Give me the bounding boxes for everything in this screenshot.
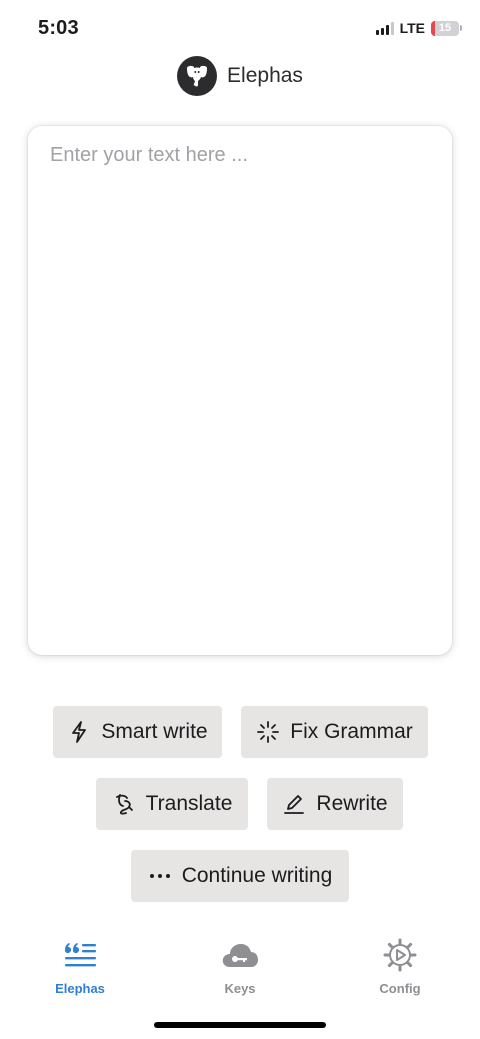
- text-input[interactable]: [28, 126, 452, 655]
- status-time: 5:03: [38, 17, 79, 39]
- app-title: Elephas: [227, 64, 303, 87]
- battery-icon: 15: [431, 20, 459, 36]
- tab-elephas[interactable]: Elephas: [20, 935, 140, 996]
- tab-keys-label: Keys: [224, 981, 256, 996]
- rewrite-button[interactable]: Rewrite: [267, 778, 403, 830]
- tab-keys[interactable]: Keys: [180, 935, 300, 996]
- tab-bar: Elephas Keys Config: [0, 935, 480, 1005]
- sparkle-icon: [256, 720, 280, 744]
- translate-label: Translate: [145, 792, 233, 815]
- app-screen: 5:03 LTE 15 Elephas Enter your text here…: [0, 0, 480, 1039]
- battery-fill: [431, 20, 436, 36]
- lightning-icon: [67, 720, 91, 744]
- fix-grammar-button[interactable]: Fix Grammar: [241, 706, 428, 758]
- home-indicator: [154, 1022, 326, 1028]
- battery-nub: [460, 25, 462, 31]
- elephant-logo-icon: [177, 56, 218, 96]
- app-header: Elephas: [0, 56, 480, 96]
- status-bar: 5:03 LTE 15: [0, 0, 480, 56]
- battery-level: 15: [438, 22, 452, 34]
- cloud-key-icon: [220, 935, 260, 975]
- continue-writing-label: Continue writing: [181, 864, 333, 887]
- tab-config-label: Config: [379, 981, 421, 996]
- pen-icon: [282, 792, 306, 816]
- gear-play-icon: [380, 935, 420, 975]
- ellipsis-icon: [148, 864, 172, 888]
- fix-grammar-label: Fix Grammar: [290, 720, 413, 743]
- tab-config[interactable]: Config: [340, 935, 460, 996]
- quote-list-icon: [60, 935, 100, 975]
- network-type-label: LTE: [399, 20, 425, 36]
- status-indicators: LTE 15: [375, 20, 462, 36]
- signal-strength-icon: [375, 21, 394, 35]
- tab-elephas-label: Elephas: [55, 981, 105, 996]
- smart-write-button[interactable]: Smart write: [53, 706, 222, 758]
- rewrite-label: Rewrite: [316, 792, 388, 815]
- translate-icon: [112, 792, 136, 816]
- smart-write-label: Smart write: [101, 720, 208, 743]
- text-editor-card: [28, 126, 452, 655]
- translate-button[interactable]: Translate: [96, 778, 248, 830]
- continue-writing-button[interactable]: Continue writing: [131, 850, 349, 902]
